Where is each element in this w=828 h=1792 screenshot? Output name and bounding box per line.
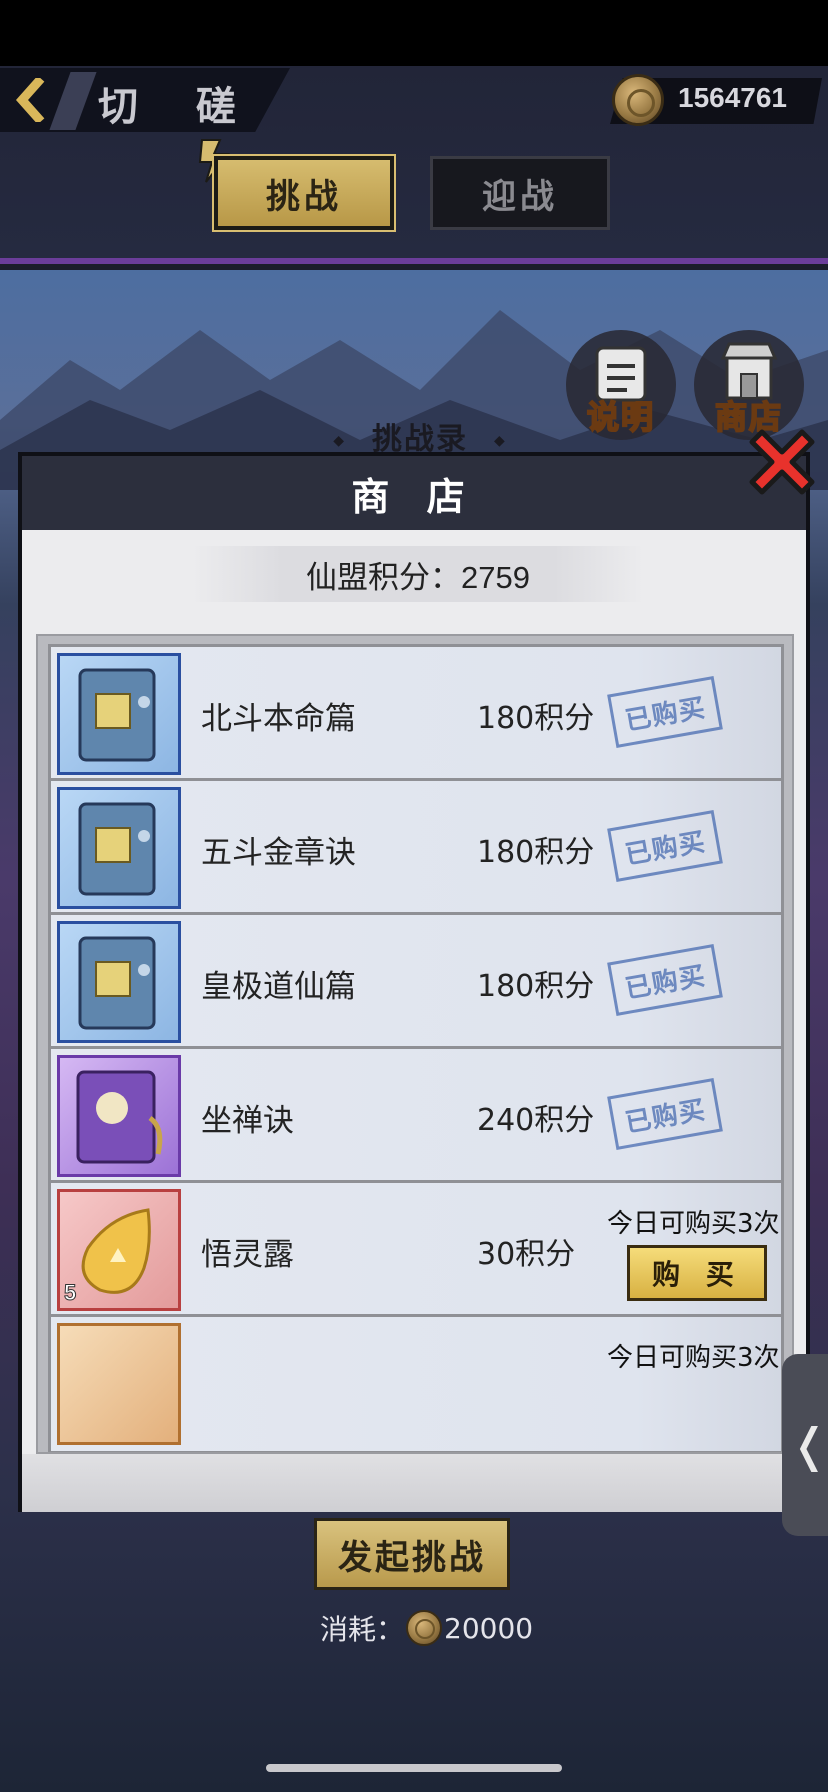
chevron-left-icon <box>15 75 45 125</box>
tab-challenge[interactable]: 挑战 <box>214 156 394 230</box>
cost-label: 消耗： <box>320 1613 405 1646</box>
blue-manual-icon <box>57 921 181 1043</box>
points-display: 仙盟积分：2759 <box>192 546 644 602</box>
blue-manual-icon <box>57 787 181 909</box>
shop-item: 皇极道仙篇 180积分 已购买 <box>48 912 784 1052</box>
item-name: 北斗本命篇 <box>201 701 356 737</box>
cost-value: 20000 <box>444 1611 534 1645</box>
purchased-stamp: 已购买 <box>607 810 723 882</box>
shop-item: 坐禅诀 240积分 已购买 <box>48 1046 784 1186</box>
shop-item: 五斗金章诀 180积分 已购买 <box>48 778 784 918</box>
chevron-left-icon: ❬ <box>790 1418 828 1472</box>
item-name: 皇极道仙篇 <box>201 969 356 1005</box>
shop-title: 商 店 <box>351 474 477 519</box>
coin-icon <box>612 74 664 126</box>
item-name: 悟灵露 <box>201 1237 294 1273</box>
close-icon[interactable] <box>740 420 824 504</box>
purchase-limit: 今日可购买3次 <box>607 1343 780 1373</box>
home-indicator <box>266 1764 562 1772</box>
purchased-stamp: 已购买 <box>607 676 723 748</box>
item-price: 240积分 <box>477 1103 595 1138</box>
cost-row: 消耗： 20000 <box>320 1606 533 1650</box>
side-drawer-toggle[interactable]: ❬ <box>782 1354 828 1536</box>
shop-dialog: 商 店 仙盟积分：2759 北斗本命篇 180积分 已购买 五斗金章诀 180积… <box>18 452 810 1512</box>
shop-header: 商 店 <box>22 456 806 530</box>
golden-dew-drop-icon: 5 <box>57 1189 181 1311</box>
status-bar <box>0 0 828 66</box>
info-button[interactable]: 说明 <box>566 330 676 440</box>
shop-item: 今日可购买3次 <box>48 1314 784 1452</box>
purchased-stamp: 已购买 <box>607 1078 723 1150</box>
item-name: 五斗金章诀 <box>201 835 356 871</box>
item-count: 5 <box>63 1280 77 1306</box>
blue-manual-icon <box>57 653 181 775</box>
buy-button[interactable]: 购 买 <box>627 1245 767 1301</box>
shop-item-list[interactable]: 北斗本命篇 180积分 已购买 五斗金章诀 180积分 已购买 皇极道仙篇 18… <box>36 634 794 1454</box>
purchased-stamp: 已购买 <box>607 944 723 1016</box>
orange-item-icon <box>57 1323 181 1445</box>
top-header: 切 磋台 1564761 挑战 迎战 <box>0 66 828 264</box>
launch-challenge-button[interactable]: 发起挑战 <box>314 1518 510 1590</box>
currency-amount: 1564761 <box>678 82 788 113</box>
shop-item: 北斗本命篇 180积分 已购买 <box>48 644 784 784</box>
coin-icon <box>406 1610 443 1646</box>
item-price: 180积分 <box>477 701 595 736</box>
item-price: 30积分 <box>477 1237 576 1272</box>
dialog-footer <box>22 1454 806 1512</box>
item-price: 180积分 <box>477 835 595 870</box>
info-button-label: 说明 <box>586 397 655 437</box>
shop-item: 5 悟灵露 30积分 今日可购买3次 购 买 <box>48 1180 784 1320</box>
title-slash <box>49 72 97 130</box>
back-button[interactable] <box>10 75 54 125</box>
purchase-limit: 今日可购买3次 <box>607 1209 780 1239</box>
title-bar: 切 磋台 <box>0 68 290 132</box>
purple-manual-icon <box>57 1055 181 1177</box>
item-name: 坐禅诀 <box>201 1103 294 1139</box>
item-price: 180积分 <box>477 969 595 1004</box>
tab-defend[interactable]: 迎战 <box>430 156 610 230</box>
